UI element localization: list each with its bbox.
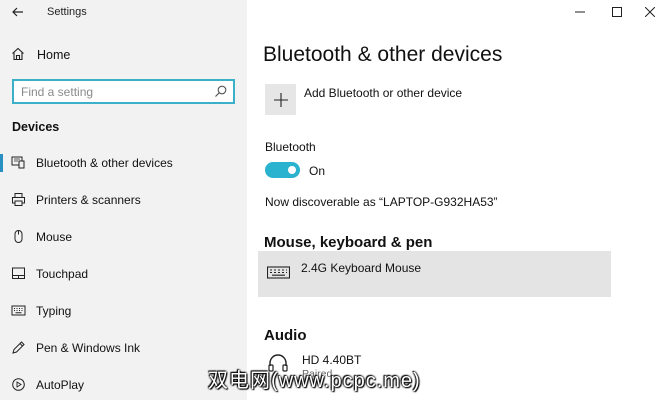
device-name: 2.4G Keyboard Mouse [301,261,422,275]
back-button[interactable] [6,2,30,22]
title-bar: Settings [0,0,247,26]
watermark-text: 双电网(www.pcpc.me) [208,370,421,392]
sidebar-item-label: AutoPlay [36,378,85,392]
pen-icon [12,341,25,354]
sidebar-item-bluetooth[interactable]: Bluetooth & other devices [0,150,247,176]
discoverable-text: Now discoverable as “LAPTOP-G932HA53” [265,195,498,209]
audio-section-title: Audio [264,327,307,344]
maximize-icon [612,7,622,17]
home-link[interactable]: Home [0,44,247,66]
bluetooth-label: Bluetooth [265,140,316,154]
back-arrow-icon [12,7,23,17]
home-label: Home [37,48,71,62]
search-icon[interactable] [214,85,227,98]
add-device-label[interactable]: Add Bluetooth or other device [304,86,462,100]
minimize-icon [575,11,585,13]
mouse-icon [14,230,23,243]
add-device-button[interactable] [265,84,296,115]
main-content: Bluetooth & other devices Add Bluetooth … [247,0,670,400]
plus-icon [273,92,288,107]
touchpad-icon [12,267,25,279]
sidebar-item-touchpad[interactable]: Touchpad [0,261,247,287]
device-item-keyboard-mouse[interactable]: 2.4G Keyboard Mouse [258,251,611,297]
app-title: Settings [47,6,87,18]
sidebar-item-label: Mouse [36,230,73,244]
mouse-keyboard-pen-title: Mouse, keyboard & pen [264,234,433,251]
devices-section-title: Devices [12,120,60,134]
sidebar-item-label: Printers & scanners [36,193,141,207]
printer-icon [12,193,25,206]
sidebar-item-typing[interactable]: Typing [0,298,247,324]
close-icon [645,7,655,17]
sidebar-item-mouse[interactable]: Mouse [0,224,247,250]
search-input[interactable]: Find a setting [12,79,235,104]
search-placeholder: Find a setting [21,85,94,99]
sidebar-item-label: Bluetooth & other devices [36,156,173,170]
close-button[interactable] [630,2,670,22]
sidebar: Settings Home Find a setting Devices Blu… [0,0,247,400]
bluetooth-devices-icon [11,156,25,169]
minimize-button[interactable] [560,2,600,22]
bluetooth-state: On [309,164,326,178]
selection-indicator [0,154,3,172]
sidebar-item-label: Typing [36,304,72,318]
sidebar-item-label: Touchpad [36,267,89,281]
sidebar-item-printers[interactable]: Printers & scanners [0,187,247,213]
bluetooth-toggle[interactable] [265,162,300,178]
keyboard-icon [267,266,290,279]
sidebar-item-pen[interactable]: Pen & Windows Ink [0,335,247,361]
toggle-knob [288,166,296,174]
home-icon [12,47,24,61]
keyboard-icon [11,305,26,316]
page-title: Bluetooth & other devices [263,43,503,66]
autoplay-icon [12,378,25,391]
sidebar-item-label: Pen & Windows Ink [36,341,141,355]
